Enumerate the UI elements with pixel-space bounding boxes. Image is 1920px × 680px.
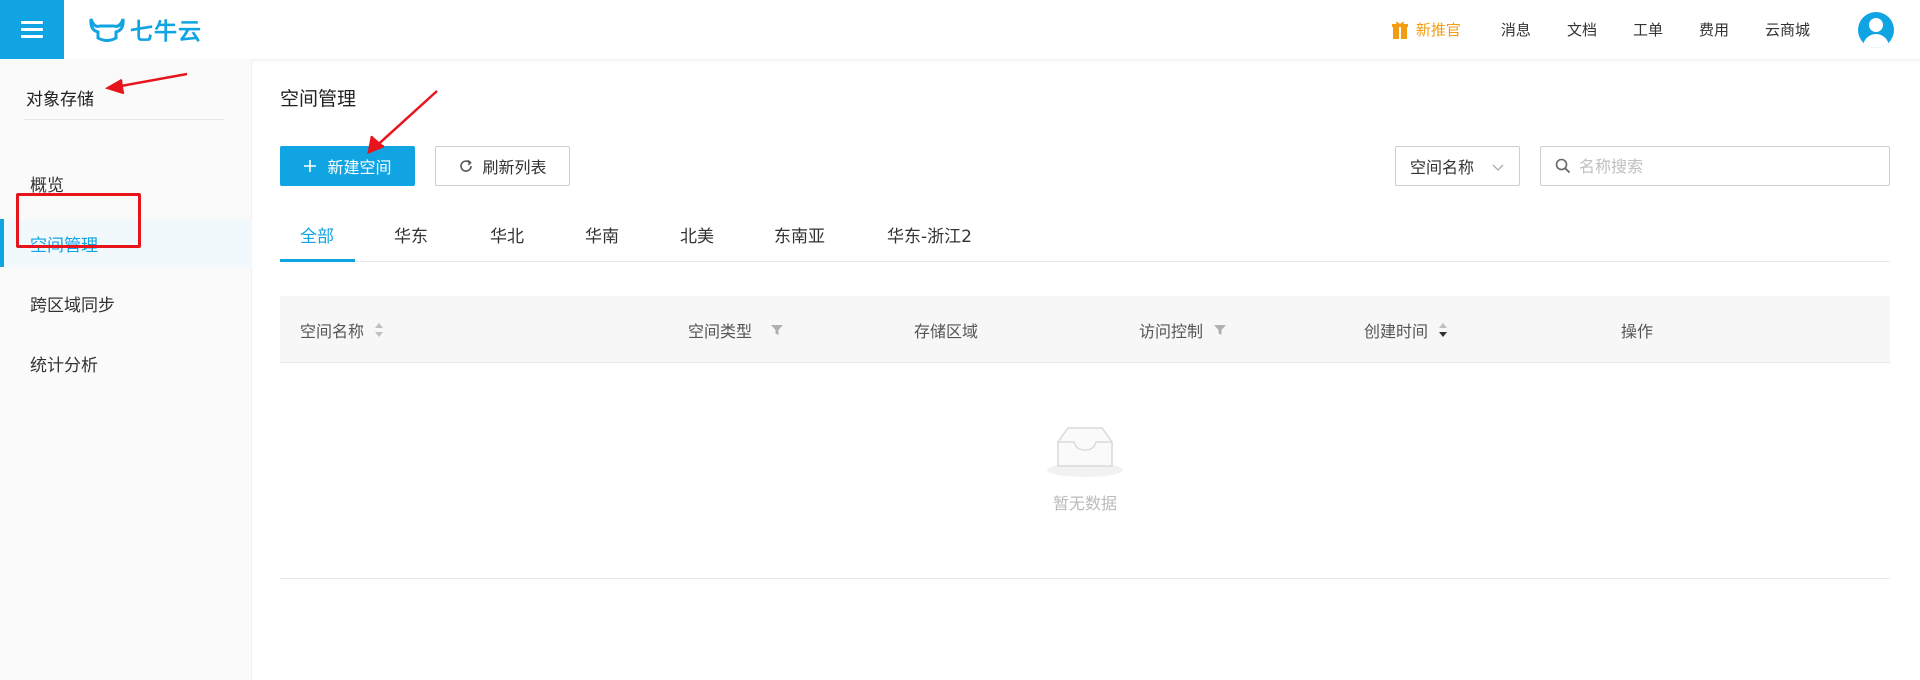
- refresh-list-label: 刷新列表: [482, 158, 547, 177]
- tab-east-china[interactable]: 华东: [394, 216, 428, 262]
- sidebar-item-statistics[interactable]: 统计分析: [0, 339, 252, 387]
- nav-billing[interactable]: 费用: [1699, 19, 1729, 40]
- column-label: 空间名称: [300, 321, 365, 341]
- create-bucket-button[interactable]: 新建空间: [280, 146, 415, 186]
- sort-icon: [1439, 322, 1448, 337]
- column-header-actions: 操作: [1621, 296, 1653, 363]
- column-header-bucket-type[interactable]: 空间类型: [688, 296, 784, 363]
- active-tab-indicator: [280, 259, 355, 262]
- sidebar-item-bucket-management[interactable]: 空间管理: [0, 219, 252, 267]
- refresh-icon: [460, 159, 473, 172]
- logo-bull-icon: [89, 18, 125, 42]
- column-label: 空间类型: [688, 321, 753, 341]
- avatar[interactable]: [1858, 11, 1894, 48]
- sort-icon: [375, 322, 384, 337]
- chevron-down-icon: [1492, 164, 1504, 171]
- search-box[interactable]: [1540, 146, 1890, 186]
- table-header: 空间名称 空间类型 存储区域 访问控制 创建时间 操作: [280, 296, 1890, 363]
- filter-field-select[interactable]: 空间名称: [1395, 146, 1520, 186]
- column-label: 创建时间: [1364, 321, 1429, 341]
- tab-east-china-zhejiang2[interactable]: 华东-浙江2: [887, 216, 972, 262]
- gift-icon: [1391, 21, 1408, 39]
- annotation-arrow-create-button: [367, 90, 438, 155]
- top-nav-right: 新推官 消息 文档 工单 费用 云商城: [1391, 0, 1920, 59]
- filter-icon: [1214, 324, 1227, 335]
- column-header-storage-region: 存储区域: [914, 296, 978, 363]
- region-tabs: 全部 华东 华北 华南 北美 东南亚 华东-浙江2: [280, 216, 1890, 262]
- tab-southeast-asia[interactable]: 东南亚: [774, 216, 825, 262]
- top-navbar: 七牛云 新推官 消息 文档 工单 费用 云商城: [0, 0, 1920, 59]
- logo-text: 七牛云: [130, 19, 202, 45]
- nav-marketplace[interactable]: 云商城: [1765, 19, 1810, 40]
- table-bottom-border: [280, 578, 1890, 579]
- refresh-list-button[interactable]: 刷新列表: [435, 146, 570, 186]
- promo-label: 新推官: [1415, 21, 1461, 39]
- search-input[interactable]: [1579, 156, 1869, 176]
- page-title: 空间管理: [280, 88, 357, 110]
- sidebar-item-overview[interactable]: 概览: [0, 159, 252, 207]
- column-label: 操作: [1621, 321, 1654, 341]
- column-header-bucket-name[interactable]: 空间名称: [300, 296, 384, 363]
- sidebar-item-label: 空间管理: [30, 235, 98, 256]
- plus-icon: [304, 160, 317, 172]
- create-bucket-label: 新建空间: [327, 158, 392, 177]
- filter-field-value: 空间名称: [1410, 158, 1475, 177]
- column-label: 访问控制: [1139, 321, 1204, 341]
- sidebar-item-cross-region-sync[interactable]: 跨区域同步: [0, 279, 252, 327]
- column-header-created-time[interactable]: 创建时间: [1364, 296, 1448, 363]
- search-icon: [1555, 158, 1571, 174]
- sidebar-item-label: 概览: [30, 175, 64, 196]
- sidebar-divider: [24, 119, 224, 120]
- menu-icon: [21, 20, 43, 39]
- column-label: 存储区域: [914, 321, 979, 341]
- sidebar-title: 对象存储: [26, 90, 94, 110]
- nav-messages[interactable]: 消息: [1501, 19, 1531, 40]
- sidebar: 对象存储 概览 空间管理 跨区域同步 统计分析: [0, 59, 252, 680]
- logo[interactable]: 七牛云: [88, 12, 202, 46]
- tab-south-china[interactable]: 华南: [585, 216, 619, 262]
- empty-state-text: 暂无数据: [1052, 494, 1117, 513]
- sidebar-item-label: 跨区域同步: [30, 295, 115, 316]
- tab-north-china[interactable]: 华北: [490, 216, 524, 262]
- tab-all[interactable]: 全部: [300, 216, 334, 262]
- nav-docs[interactable]: 文档: [1567, 19, 1597, 40]
- filter-icon: [771, 324, 784, 335]
- column-header-access-control[interactable]: 访问控制: [1139, 296, 1227, 363]
- promo-link[interactable]: 新推官: [1391, 19, 1461, 40]
- tab-north-america[interactable]: 北美: [680, 216, 714, 262]
- empty-inbox-icon: [1040, 420, 1130, 484]
- hamburger-menu-button[interactable]: [0, 0, 64, 59]
- sidebar-item-label: 统计分析: [30, 355, 98, 376]
- nav-tickets[interactable]: 工单: [1633, 19, 1663, 40]
